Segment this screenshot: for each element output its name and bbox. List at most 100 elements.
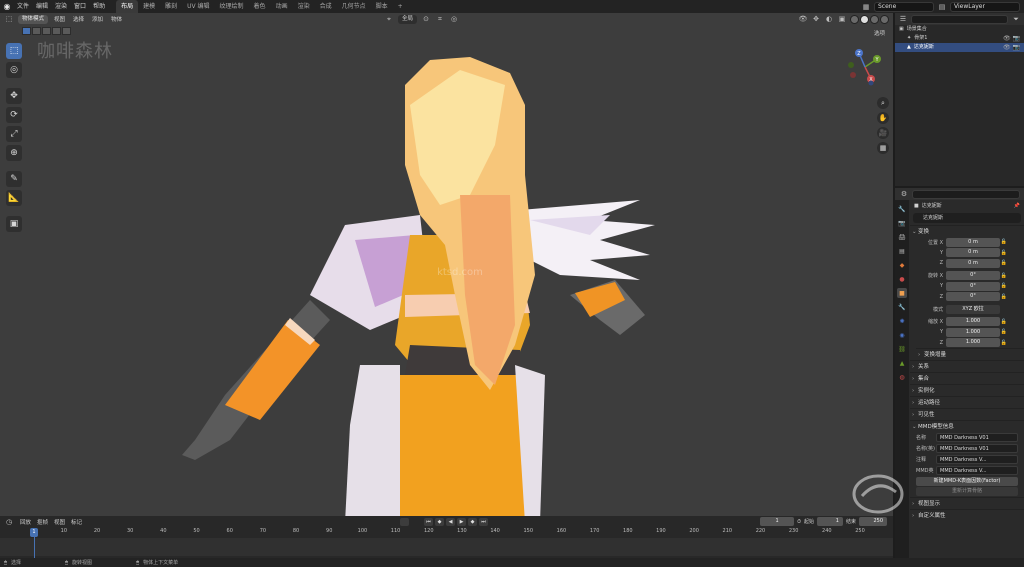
select-new-icon[interactable] xyxy=(22,27,31,35)
jump-start-icon[interactable]: ⏮ xyxy=(424,518,433,526)
section-instancing[interactable]: 实例化 xyxy=(910,384,1024,397)
outliner-scene-collection[interactable]: ▣ 场景集合 xyxy=(895,25,1024,34)
menu-view[interactable]: 视图 xyxy=(52,15,67,23)
material-tab-icon[interactable]: ◍ xyxy=(897,372,907,382)
solid-shading-icon[interactable] xyxy=(860,14,869,24)
mode-selector[interactable]: 物体模式 xyxy=(18,14,49,24)
tab-texture-paint[interactable]: 纹理绘制 xyxy=(215,0,249,13)
menu-marker[interactable]: 标记 xyxy=(71,518,82,526)
lock-icon[interactable]: 🔓 xyxy=(1000,319,1008,325)
current-frame-field[interactable]: 1 xyxy=(760,517,795,526)
snap-icon[interactable]: ⌗ xyxy=(435,14,445,24)
scale-z-field[interactable]: 1.000 xyxy=(946,338,1000,348)
menu-render[interactable]: 渲染 xyxy=(52,0,70,13)
tab-scripting[interactable]: 脚本 xyxy=(371,0,393,13)
orientation-icon[interactable]: ⌖ xyxy=(384,14,394,24)
lock-icon[interactable]: 🔓 xyxy=(1000,294,1008,300)
menu-keying[interactable]: 抠帧 xyxy=(37,518,48,526)
measure-icon[interactable]: 📐 xyxy=(6,190,22,206)
jump-end-icon[interactable]: ⏭ xyxy=(479,518,488,526)
section-visibility[interactable]: 可见性 xyxy=(910,408,1024,421)
zoom-icon[interactable]: ⌕ xyxy=(877,97,889,109)
menu-window[interactable]: 窗口 xyxy=(71,0,89,13)
section-relations[interactable]: 关系 xyxy=(910,360,1024,373)
wireframe-shading-icon[interactable] xyxy=(850,14,859,24)
outliner-search-input[interactable] xyxy=(911,14,1008,24)
start-frame-field[interactable]: 1 xyxy=(816,517,843,526)
filter-icon[interactable]: ⏷ xyxy=(1011,14,1021,24)
visibility-icon[interactable]: 👁 xyxy=(798,14,808,24)
particles-tab-icon[interactable]: ✺ xyxy=(897,316,907,326)
viewlayer-field[interactable]: ViewLayer xyxy=(950,1,1020,12)
rendered-shading-icon[interactable] xyxy=(880,14,889,24)
constraints-tab-icon[interactable]: ⛓ xyxy=(897,344,907,354)
world-tab-icon[interactable]: ● xyxy=(897,274,907,284)
tab-layout[interactable]: 布局 xyxy=(116,0,139,13)
pan-hand-icon[interactable]: ✋ xyxy=(877,112,889,124)
menu-timeline-view[interactable]: 视图 xyxy=(54,518,65,526)
transform-orientation[interactable]: 全局 xyxy=(398,14,418,24)
jump-keyframe-forward-icon[interactable]: ◆ xyxy=(468,518,477,526)
select-box-icon[interactable]: ⬚ xyxy=(6,43,22,59)
outliner-row-mesh[interactable]: ▲ 达克妮斯 👁 📷 xyxy=(895,43,1024,52)
scene-field[interactable]: Scene xyxy=(874,1,934,12)
row-visibility-icon[interactable]: 👁 📷 xyxy=(1003,43,1020,52)
annotate-icon[interactable]: ✎ xyxy=(6,171,22,187)
tab-shading[interactable]: 着色 xyxy=(249,0,271,13)
rotation-mode-select[interactable]: XYZ 欧拉 xyxy=(946,304,1000,314)
scene-tab-icon[interactable]: ◆ xyxy=(897,260,907,270)
tab-uv-editing[interactable]: UV 编辑 xyxy=(182,0,214,13)
view-layer-tab-icon[interactable]: ▤ xyxy=(897,246,907,256)
object-name-field[interactable]: 达克妮斯 xyxy=(913,213,1021,223)
select-extend-icon[interactable] xyxy=(32,27,41,35)
tab-geometry-nodes[interactable]: 几何节点 xyxy=(337,0,371,13)
rotation-y-field[interactable]: 0° xyxy=(946,281,1000,291)
cursor-icon[interactable]: ◎ xyxy=(6,62,22,78)
section-delta-transform[interactable]: 变换增量 xyxy=(916,348,1024,361)
lock-icon[interactable]: 🔓 xyxy=(1000,239,1008,245)
section-mmd-model-info[interactable]: MMD模型信息 xyxy=(910,420,1024,433)
record-button[interactable] xyxy=(400,518,409,526)
select-intersect-icon[interactable] xyxy=(62,27,71,35)
clock-icon[interactable]: ⏱ xyxy=(797,519,801,525)
tab-sculpting[interactable]: 雕刻 xyxy=(160,0,182,13)
gizmo-toggle-icon[interactable]: ✥ xyxy=(811,14,821,24)
row-visibility-icon[interactable]: 👁 📷 xyxy=(1003,34,1020,43)
modifier-tab-icon[interactable]: 🔧 xyxy=(897,302,907,312)
location-x-field[interactable]: 0 m xyxy=(946,237,1000,247)
location-y-field[interactable]: 0 m xyxy=(946,248,1000,258)
scene-icon[interactable]: ▦ xyxy=(861,2,871,12)
lock-icon[interactable]: 🔓 xyxy=(1000,329,1008,335)
object-tab-icon[interactable]: ■ xyxy=(897,288,907,298)
rotation-z-field[interactable]: 0° xyxy=(946,292,1000,302)
play-icon[interactable]: ▶ xyxy=(457,518,466,526)
options-menu[interactable]: 选项 xyxy=(874,29,885,37)
tab-rendering[interactable]: 渲染 xyxy=(293,0,315,13)
3d-viewport[interactable]: ⬚ 物体模式 视图 选择 添加 物体 ⌖ 全局 ⊙ ⌗ ◎ 👁 ✥ ◐ ▣ 选项… xyxy=(0,13,893,516)
select-subtract-icon[interactable] xyxy=(42,27,51,35)
mmd-name-en-field[interactable]: MMD Darkness V01 xyxy=(936,444,1018,453)
editor-type-icon[interactable]: ⬚ xyxy=(4,14,14,24)
add-cube-icon[interactable]: ▣ xyxy=(6,216,22,232)
viewlayer-icon[interactable]: ▤ xyxy=(937,2,947,12)
overlay-icon[interactable]: ◐ xyxy=(824,14,834,24)
select-invert-icon[interactable] xyxy=(52,27,61,35)
menu-object[interactable]: 物体 xyxy=(109,15,124,23)
tab-animation[interactable]: 动画 xyxy=(271,0,293,13)
properties-search-input[interactable] xyxy=(912,189,1020,199)
keyframe-track[interactable] xyxy=(0,538,893,556)
section-motion-paths[interactable]: 运动路径 xyxy=(910,396,1024,409)
timeline-editor-icon[interactable]: ◷ xyxy=(4,517,14,527)
menu-file[interactable]: 文件 xyxy=(14,0,32,13)
jump-keyframe-back-icon[interactable]: ◆ xyxy=(435,518,444,526)
menu-help[interactable]: 帮助 xyxy=(90,0,108,13)
menu-add[interactable]: 添加 xyxy=(90,15,105,23)
menu-playback[interactable]: 回放 xyxy=(20,518,31,526)
mmd-name-field[interactable]: MMD Darkness V01 xyxy=(936,433,1018,442)
tool-tab-icon[interactable]: 🔧 xyxy=(897,204,907,214)
scale-y-field[interactable]: 1.000 xyxy=(946,327,1000,337)
navigation-gizmo[interactable]: Y X Z xyxy=(843,45,887,89)
rotation-x-field[interactable]: 0° xyxy=(946,271,1000,281)
move-icon[interactable]: ✥ xyxy=(6,88,22,104)
end-frame-field[interactable]: 250 xyxy=(859,517,887,526)
